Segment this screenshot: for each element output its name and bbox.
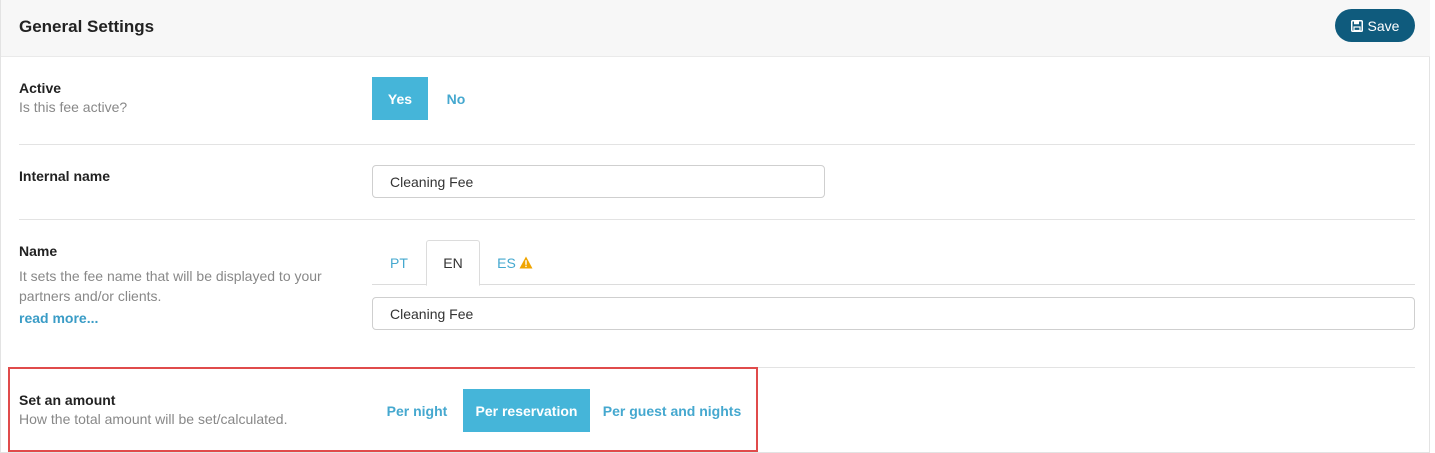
panel-header: General Settings Save: [1, 0, 1430, 57]
tab-en[interactable]: EN: [426, 240, 480, 286]
active-label: Active: [19, 80, 62, 96]
save-button[interactable]: Save: [1335, 9, 1415, 42]
name-help-line1: It sets the fee name that will be displa…: [19, 268, 322, 284]
language-tabs: PT EN ES: [372, 240, 1415, 286]
name-input[interactable]: [372, 297, 1415, 330]
internal-name-label: Internal name: [19, 168, 111, 184]
tab-pt[interactable]: PT: [372, 240, 426, 285]
tab-es-label: ES: [497, 254, 516, 271]
warning-icon: [519, 256, 533, 269]
internal-name-input[interactable]: [372, 165, 825, 198]
tab-es[interactable]: ES: [480, 240, 550, 285]
active-no-button[interactable]: No: [436, 77, 476, 120]
divider: [19, 219, 1415, 220]
active-help: Is this fee active?: [19, 99, 128, 115]
floppy-disk-icon: [1350, 19, 1363, 32]
save-button-label: Save: [1367, 17, 1400, 34]
name-help-line2: partners and/or clients.: [19, 288, 162, 304]
general-settings-panel: General Settings Save Active Is this fee…: [0, 0, 1430, 453]
active-yes-button[interactable]: Yes: [372, 77, 428, 120]
highlight-box: [8, 367, 758, 452]
read-more-link[interactable]: read more...: [19, 310, 98, 326]
name-label: Name: [19, 243, 58, 259]
page-title: General Settings: [19, 17, 155, 36]
divider: [19, 144, 1415, 145]
